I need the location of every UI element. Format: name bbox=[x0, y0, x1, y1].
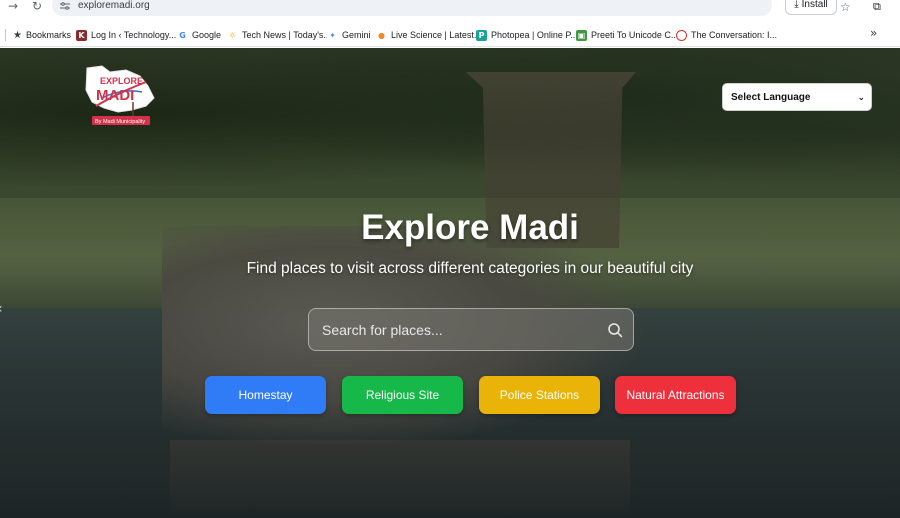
police-stations-label: Police Stations bbox=[499, 388, 580, 402]
install-button[interactable]: ⤓ Install bbox=[785, 0, 837, 15]
hero-section: EXPLORE MADI By Madi Municipality Select… bbox=[0, 48, 900, 518]
image-icon: ▣ bbox=[576, 29, 587, 41]
bookmark-star-icon[interactable]: ☆ bbox=[840, 0, 851, 14]
address-bar[interactable]: exploremadi.org bbox=[52, 0, 772, 16]
language-select[interactable]: Select Language ⌄ bbox=[722, 83, 872, 111]
page-subtitle: Find places to visit across different ca… bbox=[246, 260, 694, 277]
extensions-icon[interactable]: ⧉ bbox=[873, 0, 881, 14]
sun-icon: ☼ bbox=[227, 29, 238, 41]
bookmark-label: The Conversation: I... bbox=[691, 30, 778, 40]
explore-madi-logo[interactable]: EXPLORE MADI By Madi Municipality bbox=[82, 62, 162, 130]
bookmark-label: Preeti To Unicode C... bbox=[591, 30, 679, 40]
bookmarks-divider bbox=[5, 29, 6, 41]
bookmark-item-login[interactable]: K Log In ‹ Technology... bbox=[76, 28, 176, 42]
language-select-value: Select Language bbox=[731, 92, 811, 103]
search-placeholder: Search for places... bbox=[322, 322, 443, 338]
photopea-icon: P bbox=[476, 29, 487, 41]
police-stations-button[interactable]: Police Stations bbox=[479, 376, 600, 414]
site-info-icon[interactable] bbox=[60, 2, 70, 10]
more-bookmarks-icon[interactable]: » bbox=[870, 26, 877, 40]
bookmark-item-conversation[interactable]: The Conversation: I... bbox=[676, 28, 777, 42]
page-title: Explore Madi bbox=[361, 208, 579, 247]
chevron-down-icon: ⌄ bbox=[857, 93, 865, 103]
star-icon: ★ bbox=[13, 29, 22, 41]
bookmark-item-preeti[interactable]: ▣ Preeti To Unicode C... bbox=[576, 28, 678, 42]
livescience-icon: ● bbox=[376, 29, 387, 41]
install-icon: ⤓ bbox=[794, 0, 799, 10]
bookmark-item-photopea[interactable]: P Photopea | Online P... bbox=[476, 28, 578, 42]
bookmark-label: Gemini bbox=[342, 30, 371, 40]
gemini-icon: ✦ bbox=[327, 29, 338, 41]
bookmark-item-gemini[interactable]: ✦ Gemini bbox=[327, 28, 371, 42]
svg-text:By Madi Municipality: By Madi Municipality bbox=[95, 119, 145, 125]
url-text: exploremadi.org bbox=[78, 0, 150, 11]
bookmark-label: Tech News | Today's... bbox=[242, 30, 331, 40]
install-label: Install bbox=[801, 0, 828, 10]
conversation-icon bbox=[676, 29, 687, 41]
bookmarks-bar: ★ Bookmarks K Log In ‹ Technology... G G… bbox=[0, 22, 900, 47]
bookmark-label: Log In ‹ Technology... bbox=[91, 30, 177, 40]
bookmark-item-google[interactable]: G Google bbox=[177, 28, 221, 42]
reload-icon[interactable]: ↻ bbox=[30, 0, 44, 14]
svg-text:EXPLORE: EXPLORE bbox=[100, 76, 143, 86]
homestay-label: Homestay bbox=[238, 388, 293, 402]
bookmark-item-livescience[interactable]: ● Live Science | Latest... bbox=[376, 28, 481, 42]
religious-site-button[interactable]: Religious Site bbox=[342, 376, 463, 414]
browser-toolbar: → ↻ exploremadi.org ⤓ Install ☆ ⧉ bbox=[0, 0, 900, 18]
bookmark-label: Bookmarks bbox=[25, 30, 71, 40]
forward-icon[interactable]: → bbox=[6, 0, 20, 14]
carousel-prev-icon[interactable]: ‹ bbox=[0, 301, 3, 317]
search-input[interactable]: Search for places... bbox=[308, 308, 634, 351]
bookmark-label: Photopea | Online P... bbox=[491, 30, 578, 40]
google-icon: G bbox=[177, 29, 188, 41]
wordpress-icon: K bbox=[76, 29, 87, 41]
natural-attractions-button[interactable]: Natural Attractions bbox=[615, 376, 736, 414]
bookmark-label: Google bbox=[192, 30, 222, 40]
bookmark-item-technews[interactable]: ☼ Tech News | Today's... bbox=[227, 28, 331, 42]
natural-attractions-label: Natural Attractions bbox=[626, 388, 725, 402]
bookmark-label: Live Science | Latest... bbox=[391, 30, 482, 40]
homestay-button[interactable]: Homestay bbox=[205, 376, 326, 414]
religious-site-label: Religious Site bbox=[365, 388, 440, 402]
bookmark-item-bookmarks[interactable]: ★ Bookmarks bbox=[13, 28, 71, 42]
search-icon[interactable] bbox=[607, 322, 623, 338]
svg-text:MADI: MADI bbox=[96, 87, 134, 104]
